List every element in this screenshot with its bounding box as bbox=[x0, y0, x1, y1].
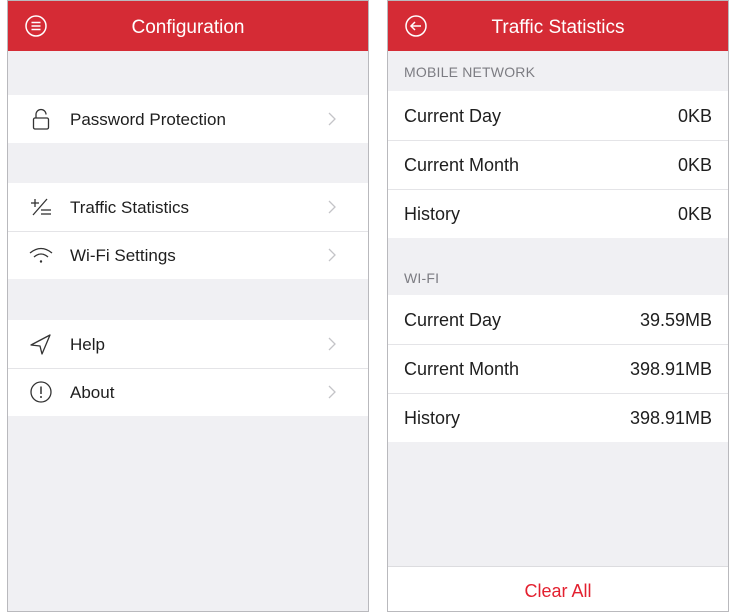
send-icon bbox=[30, 334, 51, 355]
chevron-right-icon bbox=[328, 385, 336, 399]
configuration-screen: Configuration Password Protection Traffi… bbox=[7, 0, 369, 612]
menu-item-about[interactable]: About bbox=[8, 368, 368, 416]
chevron-right-icon bbox=[328, 200, 336, 214]
menu-item-help[interactable]: Help bbox=[8, 320, 368, 368]
wifi-icon bbox=[29, 247, 53, 263]
chevron-right-icon bbox=[328, 248, 336, 262]
navbar: Traffic Statistics bbox=[388, 1, 728, 51]
menu-item-label: About bbox=[70, 383, 115, 402]
plus-minus-icon bbox=[31, 198, 51, 216]
clear-all-button[interactable]: Clear All bbox=[388, 567, 728, 611]
stat-label: History bbox=[404, 204, 461, 224]
stat-row: History 398.91MB bbox=[388, 393, 728, 442]
mobile-network-stats: Current Day 0KB Current Month 0KB Histor… bbox=[388, 91, 728, 238]
menu-item-password-protection[interactable]: Password Protection bbox=[8, 95, 368, 143]
menu-item-traffic-statistics[interactable]: Traffic Statistics bbox=[8, 183, 368, 231]
stat-value: 398.91MB bbox=[629, 359, 712, 379]
stat-row: History 0KB bbox=[388, 189, 728, 238]
stat-row: Current Day 39.59MB bbox=[388, 295, 728, 344]
menu-item-label: Password Protection bbox=[70, 110, 226, 129]
chevron-right-icon bbox=[328, 112, 336, 126]
stat-value: 39.59MB bbox=[639, 310, 712, 330]
wifi-stats: Current Day 39.59MB Current Month 398.91… bbox=[388, 295, 728, 442]
settings-group-security: Password Protection bbox=[8, 95, 368, 143]
stat-value: 398.91MB bbox=[629, 408, 712, 428]
page-title: Traffic Statistics bbox=[491, 17, 625, 38]
menu-item-label: Traffic Statistics bbox=[70, 198, 190, 217]
navbar: Configuration bbox=[8, 1, 368, 51]
stat-row: Current Month 0KB bbox=[388, 140, 728, 189]
stat-row: Current Day 0KB bbox=[388, 91, 728, 140]
chevron-right-icon bbox=[328, 337, 336, 351]
stat-label: Current Month bbox=[404, 359, 520, 379]
menu-item-label: Wi-Fi Settings bbox=[70, 246, 176, 265]
traffic-statistics-screen: Traffic Statistics MOBILE NETWORK Curren… bbox=[387, 0, 729, 612]
settings-group-network: Traffic Statistics Wi-Fi Settings bbox=[8, 183, 368, 279]
stat-label: Current Day bbox=[404, 106, 502, 126]
menu-item-label: Help bbox=[70, 335, 105, 354]
stat-label: Current Month bbox=[404, 155, 520, 175]
menu-item-wifi-settings[interactable]: Wi-Fi Settings bbox=[8, 231, 368, 279]
settings-group-info: Help About bbox=[8, 320, 368, 416]
stat-label: Current Day bbox=[404, 310, 502, 330]
page-title: Configuration bbox=[131, 17, 245, 38]
stat-value: 0KB bbox=[677, 204, 712, 224]
lock-icon bbox=[32, 108, 50, 130]
section-header-mobile-network: MOBILE NETWORK bbox=[404, 64, 536, 80]
info-circle-icon bbox=[30, 381, 52, 403]
section-header-wifi: WI-FI bbox=[404, 270, 440, 286]
bottom-bar: Clear All bbox=[388, 566, 728, 611]
stat-value: 0KB bbox=[677, 106, 712, 126]
stat-row: Current Month 398.91MB bbox=[388, 344, 728, 393]
stat-label: History bbox=[404, 408, 461, 428]
stat-value: 0KB bbox=[677, 155, 712, 175]
